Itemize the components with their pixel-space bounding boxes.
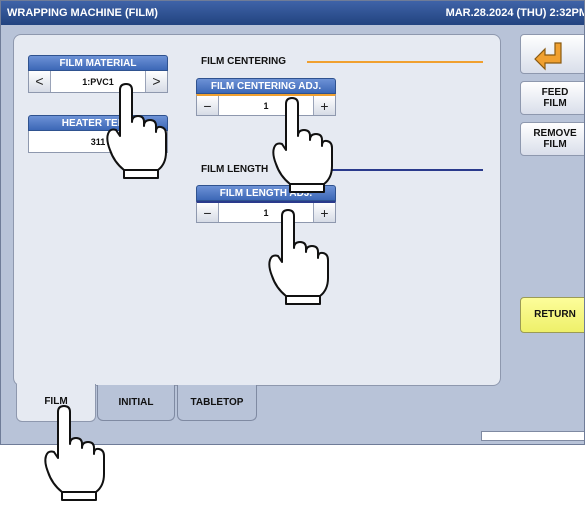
film-material-label: FILM MATERIAL	[28, 55, 168, 71]
film-centering-minus-button[interactable]: −	[197, 96, 219, 115]
window-title: WRAPPING MACHINE (FILM)	[7, 7, 158, 19]
feed-film-label-2: FILM	[543, 98, 567, 109]
return-button[interactable]: RETURN	[520, 297, 584, 333]
film-length-minus-button[interactable]: −	[197, 203, 219, 222]
remove-film-label-2: FILM	[543, 139, 567, 150]
feed-film-label-1: FEED	[541, 87, 569, 98]
title-bar: WRAPPING MACHINE (FILM) MAR.28.2024 (THU…	[1, 1, 585, 25]
tab-tabletop[interactable]: TABLETOP	[177, 385, 257, 421]
back-button[interactable]	[520, 34, 584, 74]
film-material-prev-button[interactable]: <	[29, 71, 51, 92]
tap-hand-icon	[268, 209, 329, 305]
datetime-display: MAR.28.2024 (THU) 2:32PM	[445, 7, 585, 19]
remove-film-label-1: REMOVE	[533, 128, 577, 139]
film-centering-title: FILM CENTERING	[201, 56, 286, 67]
film-centering-rule	[307, 61, 483, 63]
tab-initial[interactable]: INITIAL	[97, 385, 175, 421]
film-centering-label: FILM CENTERING ADJ.	[196, 78, 336, 94]
film-length-title: FILM LENGTH	[201, 164, 269, 175]
status-field	[481, 431, 584, 441]
back-arrow-icon	[534, 42, 562, 71]
remove-film-button[interactable]: REMOVE FILM	[520, 122, 584, 156]
tap-hand-icon	[106, 83, 167, 179]
tap-hand-icon	[44, 405, 105, 501]
return-label: RETURN	[534, 309, 576, 320]
feed-film-button[interactable]: FEED FILM	[520, 81, 584, 115]
tap-hand-icon	[272, 97, 333, 193]
